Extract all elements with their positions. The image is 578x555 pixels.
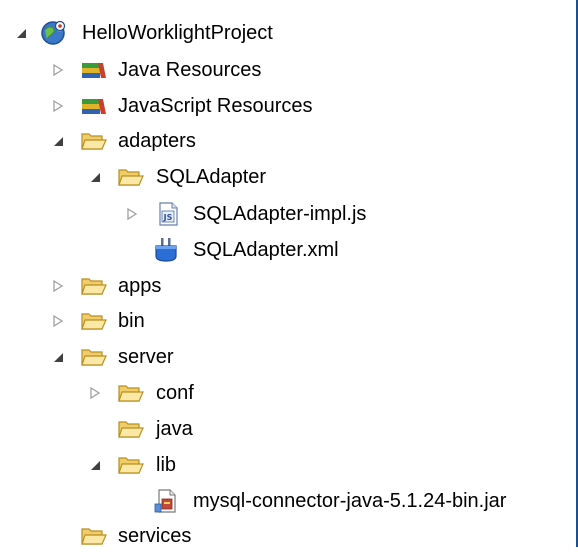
- tree-item-server[interactable]: server: [0, 338, 576, 376]
- folder-open-icon: [80, 522, 108, 550]
- tree-item-lib[interactable]: lib: [0, 446, 576, 484]
- tree-item-mysql-connector-jar[interactable]: mysql-connector-java-5.1.24-bin.jar: [0, 482, 576, 520]
- folder-open-icon: [80, 272, 108, 300]
- tree-item-label: mysql-connector-java-5.1.24-bin.jar: [193, 490, 507, 512]
- tree-item-label: JavaScript Resources: [118, 95, 313, 117]
- tree-item-sqladapter[interactable]: SQLAdapter: [0, 158, 576, 196]
- folder-open-icon: [80, 127, 108, 155]
- expand-triangle-icon[interactable]: [51, 63, 65, 77]
- tree-item-label: HelloWorklightProject: [82, 22, 273, 44]
- tree-item-conf[interactable]: conf: [0, 374, 576, 412]
- project-explorer-tree: HelloWorklightProject Java Resources Jav…: [0, 0, 576, 547]
- expand-triangle-icon[interactable]: [88, 386, 102, 400]
- tree-item-helloworklightproject[interactable]: HelloWorklightProject: [0, 14, 576, 52]
- tree-item-label: services: [118, 525, 192, 547]
- tree-item-sqladapter-xml[interactable]: SQLAdapter.xml: [0, 231, 576, 269]
- javascript-file-icon: JS: [154, 200, 182, 228]
- folder-open-icon: [80, 307, 108, 335]
- tree-item-apps[interactable]: apps: [0, 267, 576, 305]
- expand-triangle-icon[interactable]: [51, 314, 65, 328]
- folder-open-icon: [117, 415, 145, 443]
- tree-item-java-resources[interactable]: Java Resources: [0, 51, 576, 89]
- tree-item-label: SQLAdapter: [156, 166, 267, 188]
- tree-item-services[interactable]: services: [0, 517, 576, 555]
- svg-text:JS: JS: [163, 213, 173, 222]
- collapse-triangle-icon[interactable]: [51, 350, 65, 364]
- tree-item-label: conf: [156, 382, 194, 404]
- jar-file-icon: [152, 487, 180, 515]
- folder-open-icon: [117, 451, 145, 479]
- tree-item-bin[interactable]: bin: [0, 302, 576, 340]
- tree-item-label: bin: [118, 310, 145, 332]
- tree-item-label: SQLAdapter.xml: [193, 239, 339, 261]
- collapse-triangle-icon[interactable]: [88, 170, 102, 184]
- collapse-triangle-icon[interactable]: [88, 458, 102, 472]
- folder-open-icon: [80, 343, 108, 371]
- tree-item-javascript-resources[interactable]: JavaScript Resources: [0, 87, 576, 125]
- folder-open-icon: [117, 379, 145, 407]
- tree-item-label: apps: [118, 275, 162, 297]
- tree-item-label: lib: [156, 454, 177, 476]
- expand-triangle-icon[interactable]: [51, 279, 65, 293]
- collapse-triangle-icon[interactable]: [51, 134, 65, 148]
- tree-item-java[interactable]: java: [0, 410, 576, 448]
- tree-item-label: java: [156, 418, 193, 440]
- tree-item-label: Java Resources: [118, 59, 262, 81]
- collapse-triangle-icon[interactable]: [14, 26, 28, 40]
- expand-triangle-icon[interactable]: [51, 99, 65, 113]
- tree-item-label: server: [118, 346, 174, 368]
- tree-item-label: SQLAdapter-impl.js: [193, 203, 367, 225]
- tree-item-adapters[interactable]: adapters: [0, 122, 576, 160]
- library-icon: [80, 92, 108, 120]
- expand-triangle-icon[interactable]: [125, 207, 139, 221]
- tree-item-sqladapter-impl-js[interactable]: JS SQLAdapter-impl.js: [0, 195, 576, 233]
- adapter-xml-icon: [152, 236, 180, 264]
- worklight-project-icon: [40, 19, 68, 47]
- library-icon: [80, 56, 108, 84]
- tree-item-label: adapters: [118, 130, 196, 152]
- folder-open-icon: [117, 163, 145, 191]
